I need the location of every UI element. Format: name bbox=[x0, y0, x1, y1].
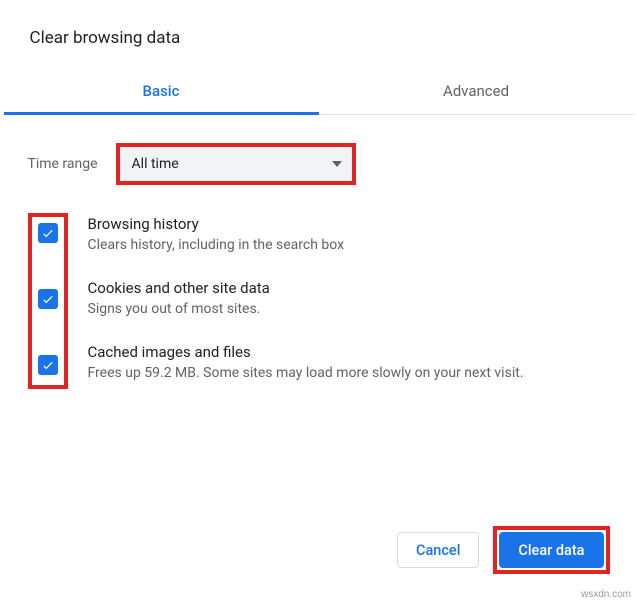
tab-bar: Basic Advanced bbox=[4, 68, 634, 115]
check-icon bbox=[41, 226, 55, 240]
option-desc: Signs you out of most sites. bbox=[88, 301, 524, 317]
option-title: Cached images and files bbox=[88, 343, 524, 361]
time-range-label: Time range bbox=[28, 156, 98, 172]
option-texts: Browsing history Clears history, includi… bbox=[88, 213, 524, 381]
clear-browsing-data-dialog: Clear browsing data Basic Advanced Time … bbox=[4, 2, 634, 598]
dialog-footer: Cancel Clear data bbox=[397, 526, 610, 574]
highlight-time-range: All time bbox=[116, 143, 356, 185]
checkbox-cookies[interactable] bbox=[38, 289, 58, 309]
option-title: Cookies and other site data bbox=[88, 279, 524, 297]
chevron-down-icon bbox=[332, 161, 342, 167]
option-cache: Cached images and files Frees up 59.2 MB… bbox=[88, 343, 524, 381]
clear-data-button[interactable]: Clear data bbox=[499, 532, 603, 568]
time-range-value: All time bbox=[132, 156, 179, 172]
tab-advanced[interactable]: Advanced bbox=[319, 68, 634, 114]
dialog-title: Clear browsing data bbox=[30, 28, 610, 48]
options-area: Browsing history Clears history, includi… bbox=[28, 213, 610, 389]
check-icon bbox=[41, 358, 55, 372]
option-desc: Frees up 59.2 MB. Some sites may load mo… bbox=[88, 365, 524, 381]
option-desc: Clears history, including in the search … bbox=[88, 237, 524, 253]
time-range-row: Time range All time bbox=[28, 143, 610, 185]
option-title: Browsing history bbox=[88, 215, 524, 233]
option-cookies: Cookies and other site data Signs you ou… bbox=[88, 279, 524, 317]
option-browsing-history: Browsing history Clears history, includi… bbox=[88, 215, 524, 253]
watermark: wsxdn.com bbox=[581, 589, 631, 600]
checkbox-browsing-history[interactable] bbox=[38, 223, 58, 243]
time-range-select[interactable]: All time bbox=[120, 147, 352, 181]
highlight-clear-button: Clear data bbox=[493, 526, 609, 574]
checkbox-cache[interactable] bbox=[38, 355, 58, 375]
cancel-button[interactable]: Cancel bbox=[397, 532, 479, 568]
highlight-checkboxes bbox=[28, 213, 68, 389]
check-icon bbox=[41, 292, 55, 306]
tab-basic[interactable]: Basic bbox=[4, 68, 319, 114]
